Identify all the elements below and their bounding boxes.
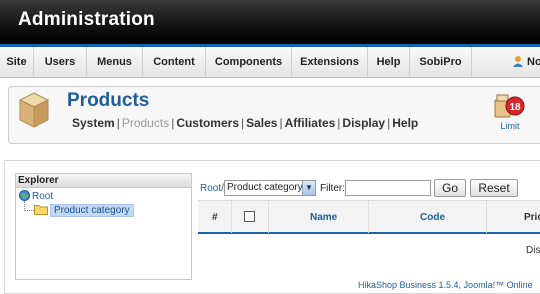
tree-root-label: Root <box>32 191 54 202</box>
submenu-separator: | <box>241 116 245 130</box>
menu-users[interactable]: Users <box>34 47 87 77</box>
menu-extensions[interactable]: Extensions <box>292 47 368 77</box>
submenu-separator: | <box>387 116 391 130</box>
column-number: # <box>212 212 218 223</box>
column-price[interactable]: Pric <box>524 212 540 223</box>
user-menu[interactable]: No <box>512 47 540 77</box>
user-icon <box>512 49 524 67</box>
submenu-display[interactable]: Display <box>342 116 385 130</box>
folder-icon <box>34 204 48 215</box>
submenu-affiliates[interactable]: Affiliates <box>285 116 336 130</box>
svg-text:18: 18 <box>509 102 521 113</box>
submenu-separator: | <box>171 116 175 130</box>
submenu-customers[interactable]: Customers <box>176 116 239 130</box>
menu-site[interactable]: Site <box>0 47 34 77</box>
submenu-help[interactable]: Help <box>392 116 418 130</box>
reset-button[interactable]: Reset <box>470 179 518 197</box>
page-title: Products <box>67 90 150 111</box>
submenu-separator: | <box>279 116 283 130</box>
submenu-separator: | <box>116 116 120 130</box>
select-all-checkbox[interactable] <box>244 211 255 222</box>
column-name[interactable]: Name <box>310 212 337 223</box>
filter-label: Filter: <box>320 183 345 194</box>
submenu-sales[interactable]: Sales <box>246 116 277 130</box>
column-separator <box>368 201 369 233</box>
tree-connector <box>24 201 34 211</box>
menu-sobipro[interactable]: SobiPro <box>410 47 472 77</box>
column-separator <box>486 201 487 233</box>
menu-content[interactable]: Content <box>143 47 206 77</box>
category-select[interactable]: Product category ▼ <box>224 180 316 196</box>
limit-icon: 18 <box>494 94 525 118</box>
tree-child-node[interactable]: Product category <box>34 204 134 217</box>
footer-version[interactable]: HikaShop Business 1.5.4, Joomla!™ Online <box>358 280 533 290</box>
menu-help[interactable]: Help <box>368 47 410 77</box>
column-code[interactable]: Code <box>420 212 445 223</box>
menu-menus[interactable]: Menus <box>87 47 143 77</box>
table-empty-row-text: Dis <box>526 245 540 256</box>
component-submenu: System | Products | Customers | Sales | Affiliat… <box>72 116 418 130</box>
menu-components[interactable]: Components <box>206 47 292 77</box>
product-box-icon <box>18 91 50 129</box>
go-button[interactable]: Go <box>434 179 466 197</box>
products-table-header: # Name Code Pric <box>198 200 540 234</box>
chevron-down-icon: ▼ <box>302 181 315 195</box>
submenu-products: Products <box>121 116 170 130</box>
submenu-system[interactable]: System <box>72 116 115 130</box>
main-menubar: Site Users Menus Content Components Exte… <box>0 44 540 78</box>
category-select-value: Product category <box>227 182 303 193</box>
user-menu-label: No <box>527 56 540 68</box>
globe-icon <box>19 190 30 201</box>
category-explorer: Explorer Root Product category <box>15 173 192 280</box>
limit-button[interactable]: 18 Limit <box>493 92 527 132</box>
column-separator <box>268 201 269 233</box>
limit-label: Limit <box>500 121 520 131</box>
column-separator <box>231 201 232 233</box>
category-breadcrumb[interactable]: Root/ <box>200 183 224 194</box>
filter-input[interactable] <box>345 180 431 196</box>
tree-child-label: Product category <box>50 204 134 217</box>
submenu-separator: | <box>337 116 341 130</box>
admin-title: Administration <box>18 9 155 30</box>
admin-header: Administration <box>0 0 540 44</box>
explorer-title: Explorer <box>16 174 191 188</box>
